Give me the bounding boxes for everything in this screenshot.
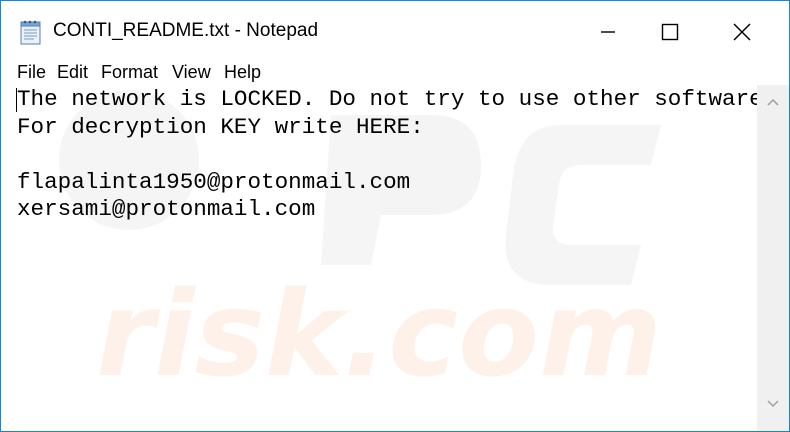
close-icon — [733, 23, 751, 41]
document-text[interactable]: The network is LOCKED. Do not try to use… — [17, 86, 757, 224]
watermark-text: risk.com — [96, 265, 662, 403]
close-button[interactable] — [705, 1, 779, 63]
text-line: For decryption KEY write HERE: — [17, 113, 424, 140]
menu-format[interactable]: Format — [101, 62, 158, 83]
notepad-icon — [20, 20, 41, 45]
menu-view[interactable]: View — [172, 62, 211, 83]
text-line: flapalinta1950@protonmail.com — [17, 168, 411, 195]
maximize-button[interactable] — [633, 1, 707, 63]
maximize-icon — [661, 23, 679, 41]
chevron-up-icon — [767, 98, 779, 106]
text-line: The network is LOCKED. Do not try to use… — [17, 86, 757, 112]
minimize-icon — [601, 31, 615, 33]
menu-help[interactable]: Help — [224, 62, 261, 83]
menu-bar: File Edit Format View Help — [1, 59, 789, 85]
title-bar[interactable]: CONTI_README.txt - Notepad — [1, 1, 789, 63]
scroll-down-button[interactable] — [757, 393, 789, 415]
scroll-up-button[interactable] — [757, 91, 789, 113]
notepad-window: CONTI_README.txt - Notepad File Edit For… — [0, 0, 790, 432]
menu-file[interactable]: File — [17, 62, 46, 83]
vertical-scrollbar[interactable] — [757, 85, 789, 431]
text-line: xersami@protonmail.com — [17, 196, 316, 222]
menu-edit[interactable]: Edit — [57, 62, 88, 83]
chevron-down-icon — [767, 400, 779, 408]
text-editor[interactable]: risk.com The network is LOCKED. Do not t… — [1, 85, 757, 431]
window-title: CONTI_README.txt - Notepad — [53, 20, 319, 41]
